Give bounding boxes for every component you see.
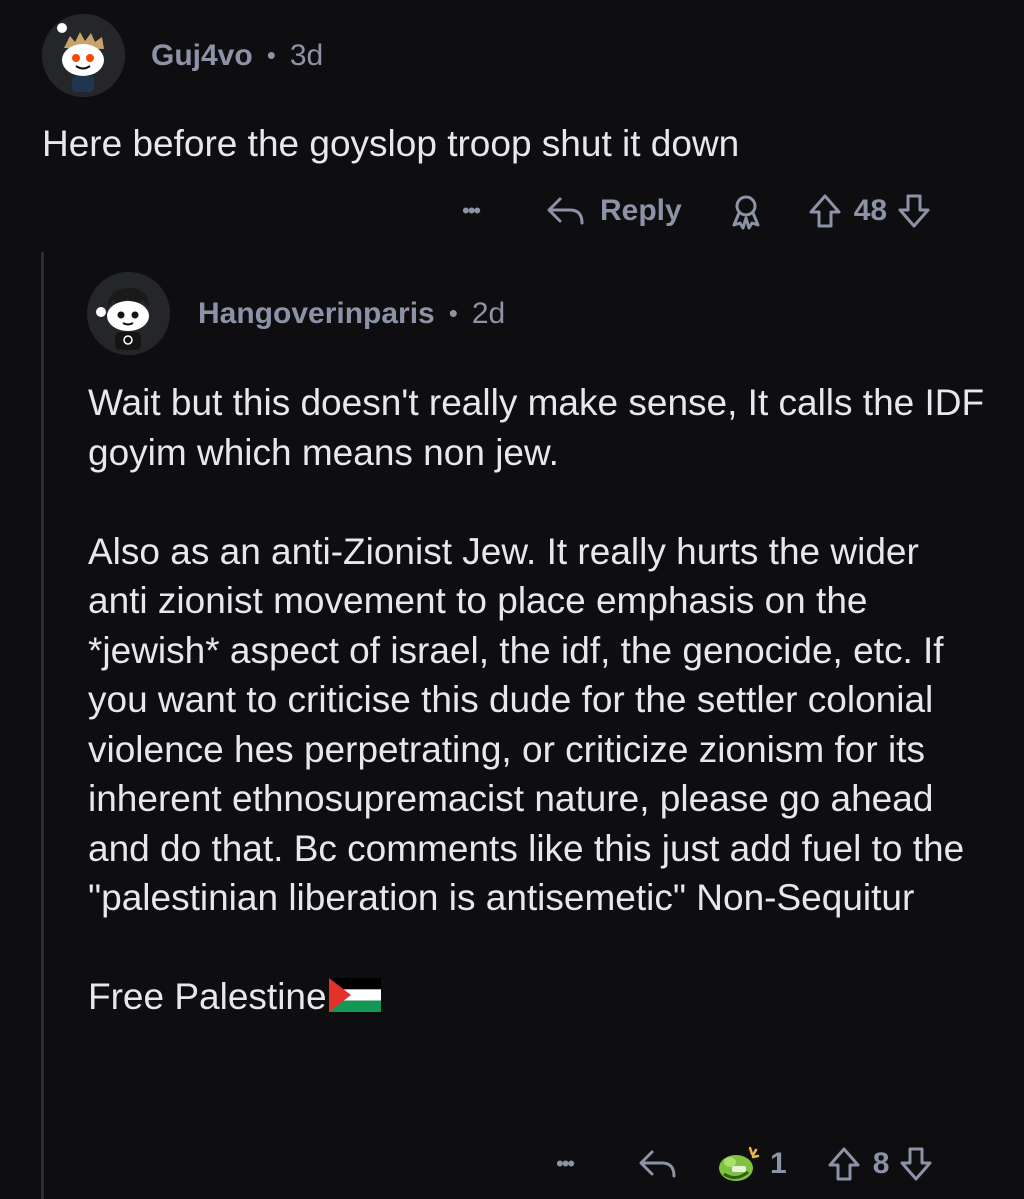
award-button[interactable]: 1 [714,1142,787,1186]
reply-label: Reply [600,194,682,227]
award-icon [732,195,760,230]
upvote-arrow-icon [828,1147,860,1181]
comment-action-bar: ••• Reply 48 [462,187,931,235]
reply-arrow-icon [547,197,584,225]
comment-header: Guj4vo • 3d [42,14,323,97]
comment-paragraph: Here before the goyslop troop shut it do… [42,123,740,164]
reply-button[interactable]: Reply [544,193,682,229]
comment-paragraph-final: Free Palestine [88,972,988,1022]
downvote-arrow-icon [898,194,930,228]
meta-separator: • [266,40,276,70]
comment-body: Here before the goyslop troop shut it do… [42,119,992,169]
avatar[interactable] [42,14,125,97]
ellipsis-icon: ••• [462,198,481,223]
meta-separator: • [448,298,458,328]
comment-paragraph: Wait but this doesn't really make sense,… [88,382,985,473]
author-name[interactable]: Hangoverinparis [198,297,435,331]
comment-paragraph: Also as an anti-Zionist Jew. It really h… [88,530,965,919]
reply-arrow-icon [639,1150,676,1178]
palestine-flag-emoji [328,978,381,1012]
comment-action-bar: ••• 1 8 [556,1140,933,1188]
award-count: 1 [770,1147,787,1180]
comment-age: 3d [289,38,324,72]
vote-score: 8 [872,1147,890,1180]
thread-line[interactable] [41,252,44,1199]
more-options-button[interactable]: ••• [556,1151,600,1177]
comment-age: 2d [471,296,506,330]
upvote-button[interactable] [827,1146,861,1182]
comment-meta: Guj4vo • 3d [151,39,323,73]
author-name[interactable]: Guj4vo [151,39,253,73]
comment-header: Hangoverinparis • 2d [87,272,505,355]
downvote-arrow-icon [900,1147,932,1181]
award-button[interactable] [728,192,764,230]
downvote-button[interactable] [899,1146,933,1182]
more-options-button[interactable]: ••• [462,198,506,224]
upvote-button[interactable] [808,193,842,229]
comment-meta: Hangoverinparis • 2d [198,297,505,331]
avatar[interactable] [87,272,170,355]
downvote-button[interactable] [897,193,931,229]
paragraph-spacer [88,923,988,973]
vote-score: 48 [853,194,888,227]
upvote-arrow-icon [809,194,841,228]
paragraph-spacer [88,477,988,527]
award-icon [719,1146,760,1181]
reply-button[interactable] [636,1146,680,1182]
comment-paragraph-text: Free Palestine [88,976,327,1017]
ellipsis-icon: ••• [556,1151,575,1176]
comment-body: Wait but this doesn't really make sense,… [88,378,988,1022]
